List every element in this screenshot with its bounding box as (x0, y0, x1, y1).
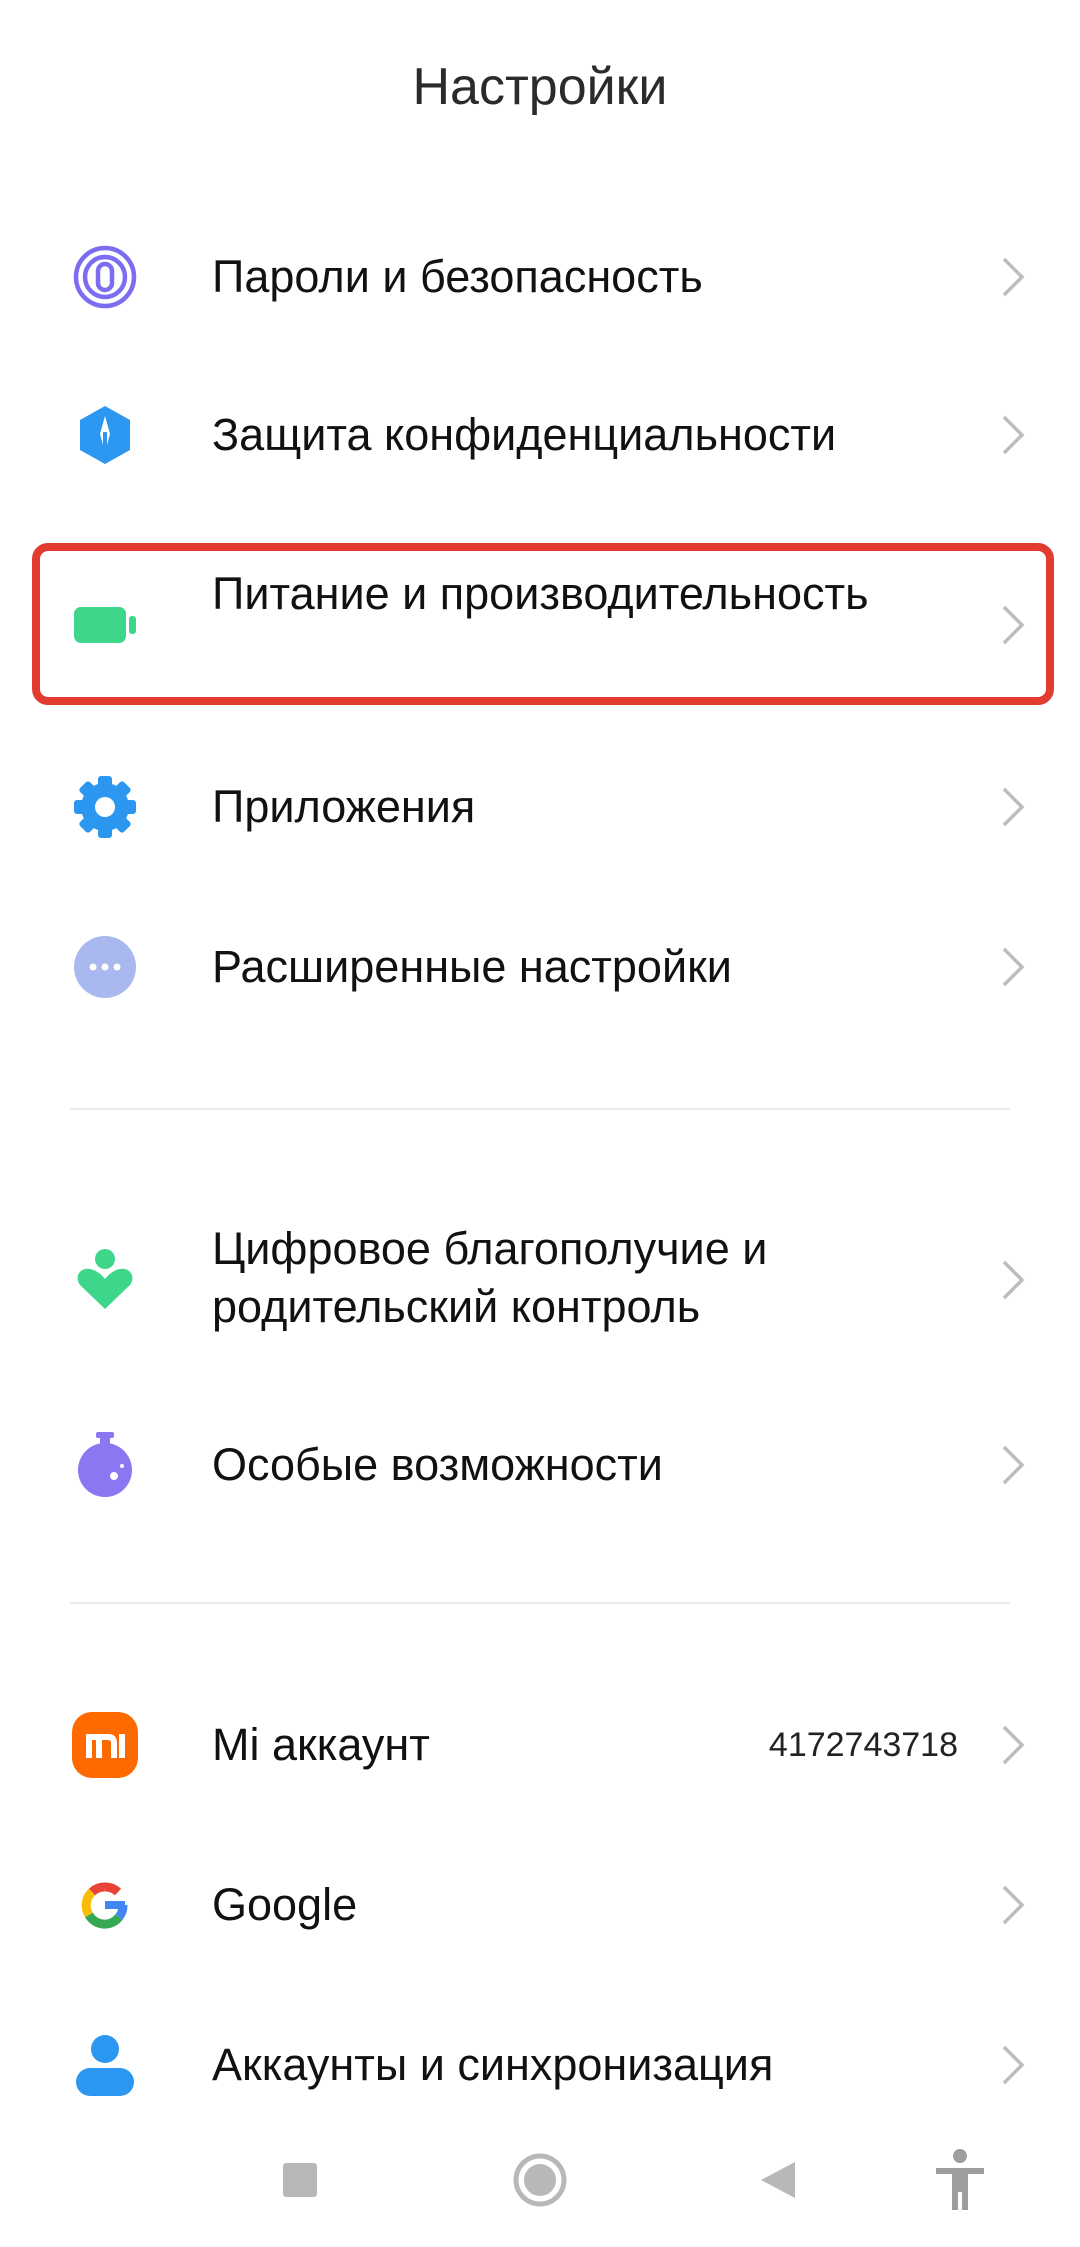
person-icon (72, 2032, 138, 2098)
settings-item-label: Mi аккаунт (212, 1719, 430, 1770)
battery-icon (72, 592, 138, 658)
chevron-right-icon (996, 252, 1030, 302)
settings-item-accounts-sync[interactable]: Аккаунты и синхронизация (0, 2010, 1080, 2120)
settings-item-privacy[interactable]: Защита конфиденциальности (0, 380, 1080, 490)
settings-item-additional[interactable]: Расширенные настройки (0, 912, 1080, 1022)
chevron-right-icon (996, 600, 1030, 650)
accessibility-person-icon[interactable] (910, 2130, 1010, 2230)
chevron-right-icon (996, 942, 1030, 992)
chevron-right-icon (996, 1255, 1030, 1305)
mi-logo-icon (72, 1712, 138, 1778)
chevron-right-icon (996, 1880, 1030, 1930)
settings-item-label: Питание и производительность (212, 568, 869, 619)
settings-item-accessibility[interactable]: Особые возможности (0, 1410, 1080, 1520)
settings-item-label: Приложения (212, 781, 476, 832)
page-title: Настройки (412, 58, 668, 116)
accessibility-flask-icon (72, 1432, 138, 1498)
privacy-shield-icon (72, 402, 138, 468)
back-triangle-icon[interactable] (728, 2130, 828, 2230)
settings-item-google[interactable]: Google (0, 1850, 1080, 1960)
chevron-right-icon (996, 1720, 1030, 1770)
settings-item-battery-performance[interactable]: Питание и производительность (0, 555, 1080, 695)
wellbeing-icon (72, 1247, 138, 1313)
settings-item-digital-wellbeing[interactable]: Цифровое благополучие и родительский кон… (0, 1210, 1080, 1350)
home-circle-icon[interactable] (490, 2130, 590, 2230)
settings-item-label: Защита конфиденциальности (212, 409, 837, 460)
settings-item-label: Расширенные настройки (212, 941, 732, 992)
more-dots-icon (72, 934, 138, 1000)
chevron-right-icon (996, 410, 1030, 460)
system-navigation-bar (0, 2130, 1080, 2230)
gear-icon (72, 774, 138, 840)
google-logo-icon (72, 1872, 138, 1938)
chevron-right-icon (996, 782, 1030, 832)
settings-item-label: Цифровое благополучие и родительский кон… (212, 1223, 768, 1332)
chevron-right-icon (996, 1440, 1030, 1490)
settings-item-passwords-security[interactable]: Пароли и безопасность (0, 222, 1080, 332)
settings-item-label: Google (212, 1879, 358, 1930)
account-id-value: 4172743718 (768, 1726, 958, 1764)
settings-item-mi-account[interactable]: Mi аккаунт 4172743718 (0, 1690, 1080, 1800)
section-divider (70, 1602, 1010, 1604)
settings-item-label: Пароли и безопасность (212, 251, 703, 302)
settings-screen: Настройки Пароли и безопасность Защита к… (0, 0, 1080, 2247)
chevron-right-icon (996, 2040, 1030, 2090)
fingerprint-icon (72, 244, 138, 310)
recents-square-icon[interactable] (250, 2130, 350, 2230)
settings-item-apps[interactable]: Приложения (0, 752, 1080, 862)
settings-item-label: Особые возможности (212, 1439, 663, 1490)
settings-item-label: Аккаунты и синхронизация (212, 2039, 774, 2090)
section-divider (70, 1108, 1010, 1110)
